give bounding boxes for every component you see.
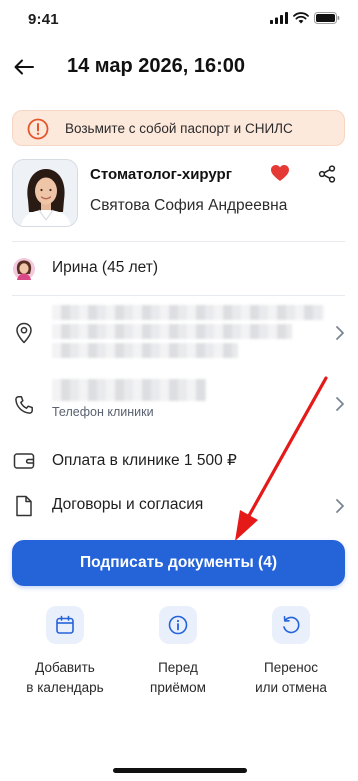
reminder-alert: Возьмите с собой паспорт и СНИЛС — [12, 110, 345, 146]
document-icon — [12, 494, 36, 518]
redacted-phone-number — [52, 379, 206, 401]
patient-name: Ирина (45 лет) — [52, 259, 159, 276]
alert-text: Возьмите с собой паспорт и СНИЛС — [65, 121, 293, 136]
doctor-specialty: Стоматолог-хирург — [90, 166, 232, 183]
info-icon — [159, 606, 197, 644]
divider — [12, 241, 345, 242]
arrow-left-icon — [14, 59, 34, 75]
action-label: Добавить в календарь — [26, 660, 104, 695]
back-button[interactable] — [10, 53, 38, 81]
battery-icon — [314, 12, 340, 24]
wallet-icon — [12, 449, 36, 473]
divider — [12, 295, 345, 296]
chevron-right-icon — [336, 499, 344, 513]
location-pin-icon — [12, 321, 36, 345]
redacted-address-line — [52, 343, 238, 358]
undo-icon — [272, 606, 310, 644]
payment-text: Оплата в клинике 1 500 ₽ — [52, 452, 237, 469]
clinic-address-row[interactable] — [12, 301, 345, 365]
doctor-avatar — [12, 159, 78, 227]
action-label: Перед приёмом — [150, 660, 206, 695]
status-icons — [270, 12, 340, 24]
redacted-address-line — [52, 324, 292, 339]
chevron-right-icon — [336, 326, 344, 340]
alert-circle-icon — [27, 118, 49, 140]
contracts-row[interactable]: Договоры и согласия — [12, 494, 345, 518]
share-button[interactable] — [318, 165, 336, 188]
status-bar: 9:41 — [0, 0, 358, 40]
phone-icon — [12, 393, 36, 417]
before-visit-button[interactable]: Перед приёмом — [123, 606, 233, 698]
payment-row: Оплата в клинике 1 500 ₽ — [12, 451, 345, 473]
heart-icon — [271, 165, 289, 181]
patient-avatar — [12, 257, 36, 281]
doctor-name: Святова София Андреевна — [90, 197, 288, 214]
cellular-signal-icon — [270, 12, 288, 24]
wifi-icon — [293, 12, 309, 24]
contracts-text: Договоры и согласия — [52, 496, 204, 513]
status-time: 9:41 — [28, 11, 59, 28]
phone-label: Телефон клиники — [52, 405, 154, 419]
calendar-icon — [46, 606, 84, 644]
page-title: 14 мар 2026, 16:00 — [67, 55, 245, 77]
patient-row: Ирина (45 лет) — [12, 257, 345, 281]
sign-documents-button[interactable]: Подписать документы (4) — [12, 540, 345, 586]
chevron-right-icon — [336, 397, 344, 411]
share-icon — [318, 165, 336, 183]
doctor-card[interactable]: Стоматолог-хирург Святова София Андреевн… — [12, 159, 345, 229]
action-label: Перенос или отмена — [255, 660, 327, 695]
redacted-address-line — [52, 305, 324, 320]
clinic-phone-row[interactable]: Телефон клиники — [12, 379, 345, 433]
header: 14 мар 2026, 16:00 — [0, 44, 358, 90]
favorite-button[interactable] — [270, 164, 290, 187]
reschedule-cancel-button[interactable]: Перенос или отмена — [236, 606, 346, 698]
add-to-calendar-button[interactable]: Добавить в календарь — [10, 606, 120, 698]
home-indicator — [113, 768, 247, 773]
